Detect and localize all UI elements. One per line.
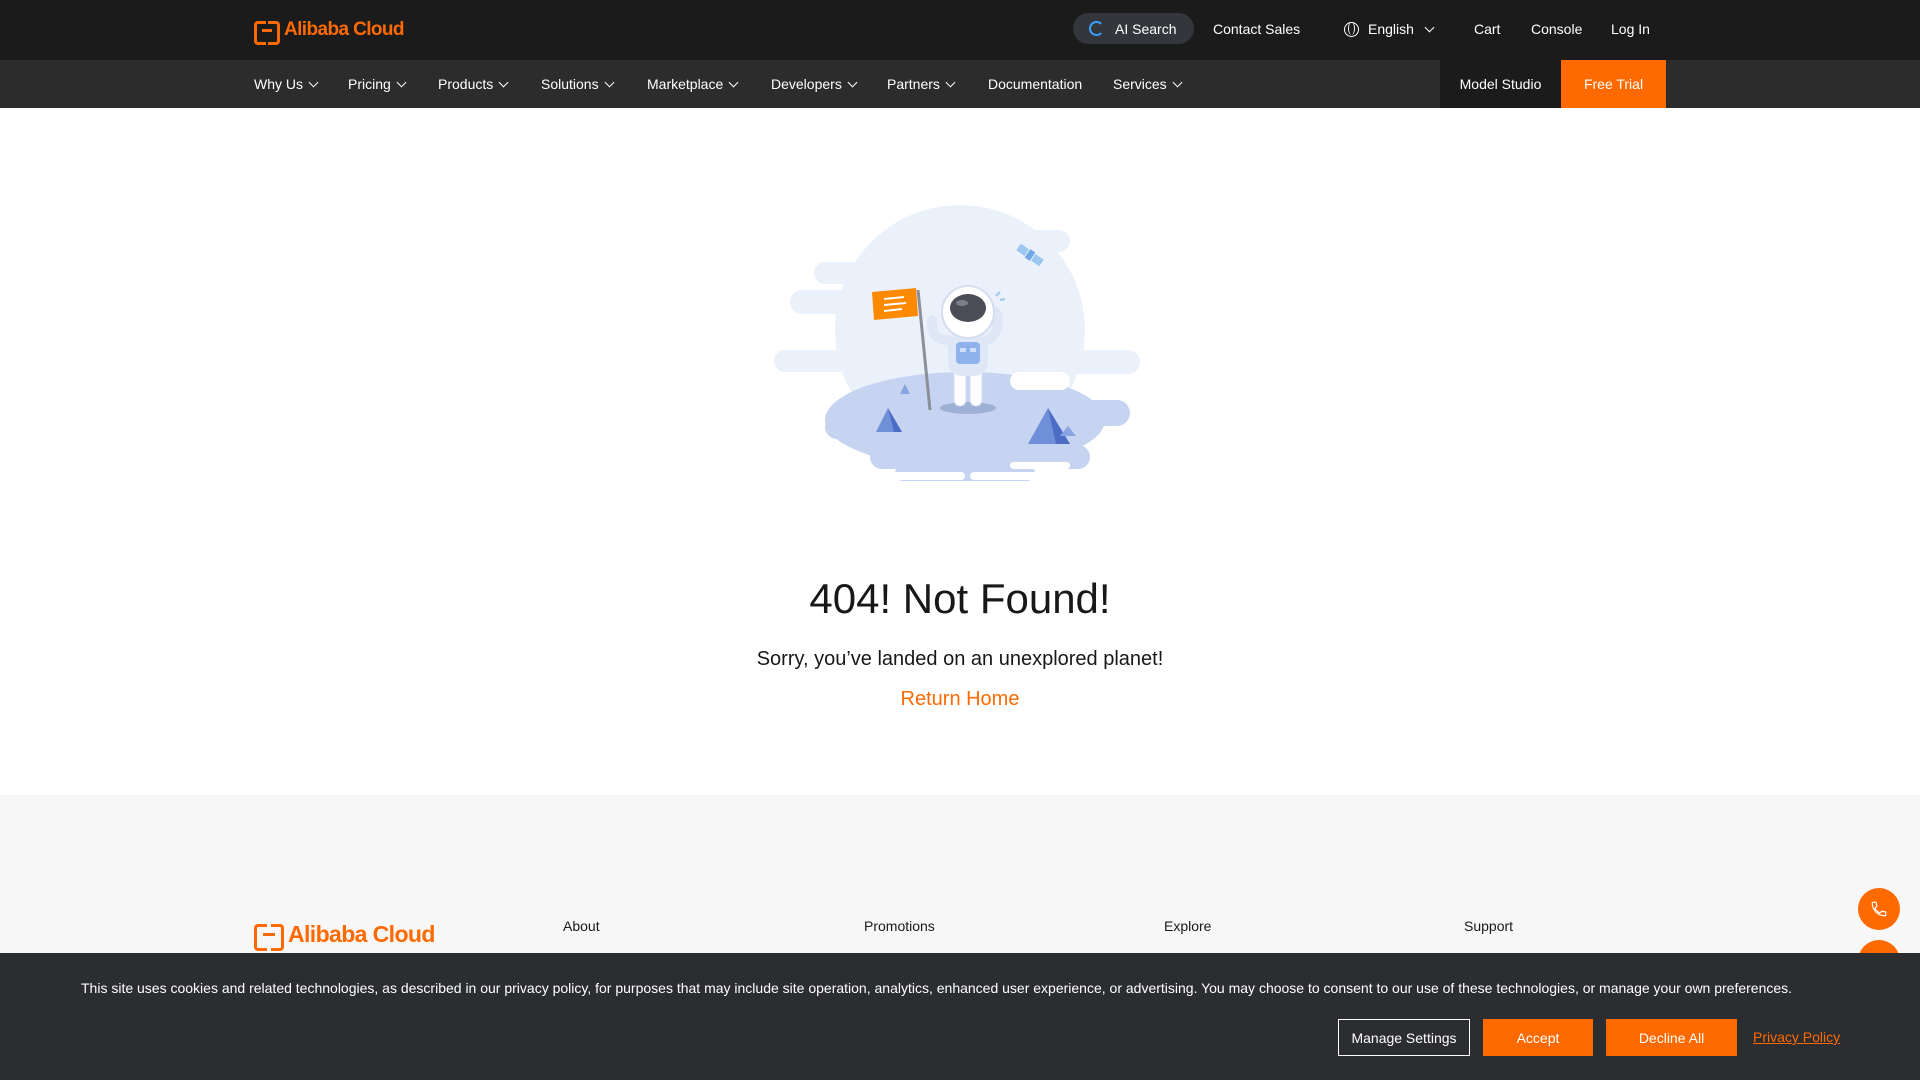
return-home-link[interactable]: Return Home xyxy=(0,688,1920,711)
chevron-down-icon xyxy=(604,77,615,88)
chevron-down-icon xyxy=(1424,22,1435,33)
logo-icon xyxy=(254,21,280,45)
nav-item-developers[interactable]: Developers xyxy=(771,60,858,108)
chevron-down-icon xyxy=(847,77,858,88)
ai-search-button[interactable]: AI Search xyxy=(1073,13,1194,44)
footer-column-support[interactable]: Support xyxy=(1464,918,1513,934)
contact-phone-button[interactable] xyxy=(1858,888,1900,930)
nav-item-services[interactable]: Services xyxy=(1113,60,1183,108)
nav-item-partners[interactable]: Partners xyxy=(887,60,956,108)
nav-item-label: Documentation xyxy=(988,76,1083,92)
footer-column-promotions[interactable]: Promotions xyxy=(864,918,935,934)
language-label: English xyxy=(1368,21,1414,37)
chevron-down-icon xyxy=(396,77,407,88)
decline-all-button[interactable]: Decline All xyxy=(1606,1019,1737,1056)
footer-logo[interactable]: Alibaba Cloud xyxy=(254,921,435,951)
footer-column-about[interactable]: About xyxy=(563,918,600,934)
chevron-down-icon xyxy=(945,77,956,88)
footer-logo-text: Alibaba Cloud xyxy=(288,921,435,947)
nav-item-products[interactable]: Products xyxy=(438,60,509,108)
main-nav: Why Us Pricing Products Solutions Market… xyxy=(0,60,1920,108)
nav-item-documentation[interactable]: Documentation xyxy=(988,60,1082,108)
console-link[interactable]: Console xyxy=(1531,0,1582,60)
logo-icon xyxy=(254,924,284,951)
nav-item-label: Partners xyxy=(887,76,940,92)
ai-search-label: AI Search xyxy=(1115,20,1177,37)
alibaba-cloud-logo[interactable]: Alibaba Cloud xyxy=(254,17,405,45)
nav-item-label: Solutions xyxy=(541,76,599,92)
model-studio-button[interactable]: Model Studio xyxy=(1440,60,1561,108)
nav-item-label: Why Us xyxy=(254,76,303,92)
chevron-down-icon xyxy=(728,77,739,88)
nav-item-solutions[interactable]: Solutions xyxy=(541,60,615,108)
nav-item-pricing[interactable]: Pricing xyxy=(348,60,407,108)
cookie-banner: This site uses cookies and related techn… xyxy=(0,953,1920,1080)
footer-column-explore[interactable]: Explore xyxy=(1164,918,1211,934)
nav-item-label: Pricing xyxy=(348,76,391,92)
error-subtitle: Sorry, you’ve landed on an unexplored pl… xyxy=(756,648,1164,670)
nav-item-label: Marketplace xyxy=(647,76,724,92)
contact-sales-link[interactable]: Contact Sales xyxy=(1213,0,1300,60)
globe-icon xyxy=(1344,21,1359,37)
chevron-down-icon xyxy=(1172,77,1183,88)
nav-item-label: Products xyxy=(438,76,494,92)
chevron-down-icon xyxy=(498,77,509,88)
cart-link[interactable]: Cart xyxy=(1474,0,1500,60)
error-title: 404! Not Found! xyxy=(809,575,1111,622)
ai-search-icon xyxy=(1089,21,1104,36)
login-link[interactable]: Log In xyxy=(1611,0,1650,60)
nav-item-label: Services xyxy=(1113,76,1167,92)
logo-text: Alibaba Cloud xyxy=(284,19,405,40)
nav-item-label: Developers xyxy=(771,76,842,92)
privacy-policy-link[interactable]: Privacy Policy xyxy=(1753,1029,1840,1045)
language-selector[interactable]: English xyxy=(1344,0,1435,60)
astronaut-illustration xyxy=(774,205,1140,481)
nav-item-why-us[interactable]: Why Us xyxy=(254,60,319,108)
nav-item-marketplace[interactable]: Marketplace xyxy=(647,60,739,108)
manage-settings-button[interactable]: Manage Settings xyxy=(1338,1019,1470,1056)
free-trial-button[interactable]: Free Trial xyxy=(1561,60,1666,108)
phone-icon xyxy=(1871,901,1887,917)
chevron-down-icon xyxy=(308,77,319,88)
top-bar: Alibaba Cloud AI Search Contact Sales En… xyxy=(0,0,1920,60)
accept-button[interactable]: Accept xyxy=(1483,1019,1593,1056)
cookie-text: This site uses cookies and related techn… xyxy=(81,980,1793,996)
